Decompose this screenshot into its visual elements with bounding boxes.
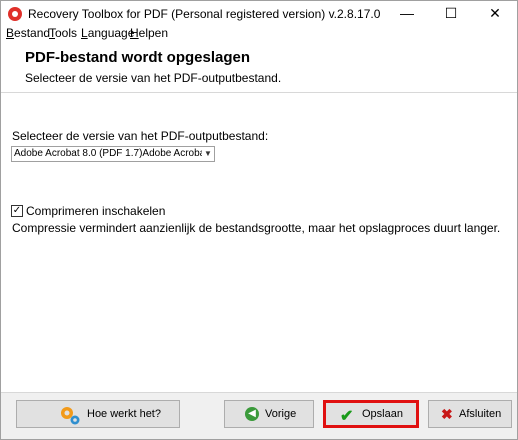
exit-button[interactable]: ✖ Afsluiten — [428, 400, 512, 428]
arrow-left-icon: ◀ — [245, 407, 259, 421]
minimize-button[interactable]: — — [385, 1, 429, 27]
step-subtitle: Selecteer de versie van het PDF-outputbe… — [25, 71, 282, 85]
main-content: Selecteer de versie van het PDF-outputbe… — [1, 94, 517, 392]
save-button-label: Opslaan — [362, 408, 403, 420]
step-title: PDF-bestand wordt opgeslagen — [25, 49, 251, 66]
menu-bestand[interactable]: Bestand — [6, 26, 50, 40]
pdf-version-value: Adobe Acrobat 8.0 (PDF 1.7)Adobe Acrobat… — [14, 148, 214, 159]
help-button[interactable]: Hoe werkt het? — [16, 400, 180, 428]
menu-helpen[interactable]: Helpen — [130, 26, 168, 40]
menu-bar: Bestand Tools Language Helpen — [1, 25, 517, 43]
back-button-label: Vorige — [265, 408, 297, 420]
pdf-version-select[interactable]: Adobe Acrobat 8.0 (PDF 1.7)Adobe Acrobat… — [11, 146, 215, 162]
app-logo-icon — [8, 7, 22, 21]
close-button[interactable]: ✕ — [473, 1, 517, 27]
compress-checkbox[interactable]: ✓ — [11, 205, 23, 217]
gears-icon — [61, 407, 80, 425]
compress-description: Compressie vermindert aanzienlijk de bes… — [12, 221, 501, 235]
step-header: PDF-bestand wordt opgeslagen Selecteer d… — [1, 43, 517, 93]
back-button[interactable]: ◀ Vorige — [224, 400, 314, 428]
window-title: Recovery Toolbox for PDF (Personal regis… — [28, 7, 381, 21]
button-bar: Hoe werkt het? ◀ Vorige ✔ Opslaan ✖ Afsl… — [1, 392, 517, 439]
maximize-button[interactable]: ☐ — [429, 1, 473, 27]
x-icon: ✖ — [441, 406, 453, 422]
version-label: Selecteer de versie van het PDF-outputbe… — [12, 129, 269, 143]
menu-language[interactable]: Language — [81, 26, 134, 40]
app-window: Recovery Toolbox for PDF (Personal regis… — [0, 0, 518, 440]
save-button[interactable]: ✔ Opslaan — [323, 400, 419, 428]
menu-tools[interactable]: Tools — [49, 26, 77, 40]
title-bar: Recovery Toolbox for PDF (Personal regis… — [1, 1, 517, 27]
chevron-down-icon: ▼ — [202, 147, 214, 161]
checkmark-icon: ✔ — [340, 408, 354, 425]
compress-label[interactable]: Comprimeren inschakelen — [26, 204, 165, 218]
exit-button-label: Afsluiten — [459, 408, 502, 420]
help-button-label: Hoe werkt het? — [87, 408, 161, 420]
